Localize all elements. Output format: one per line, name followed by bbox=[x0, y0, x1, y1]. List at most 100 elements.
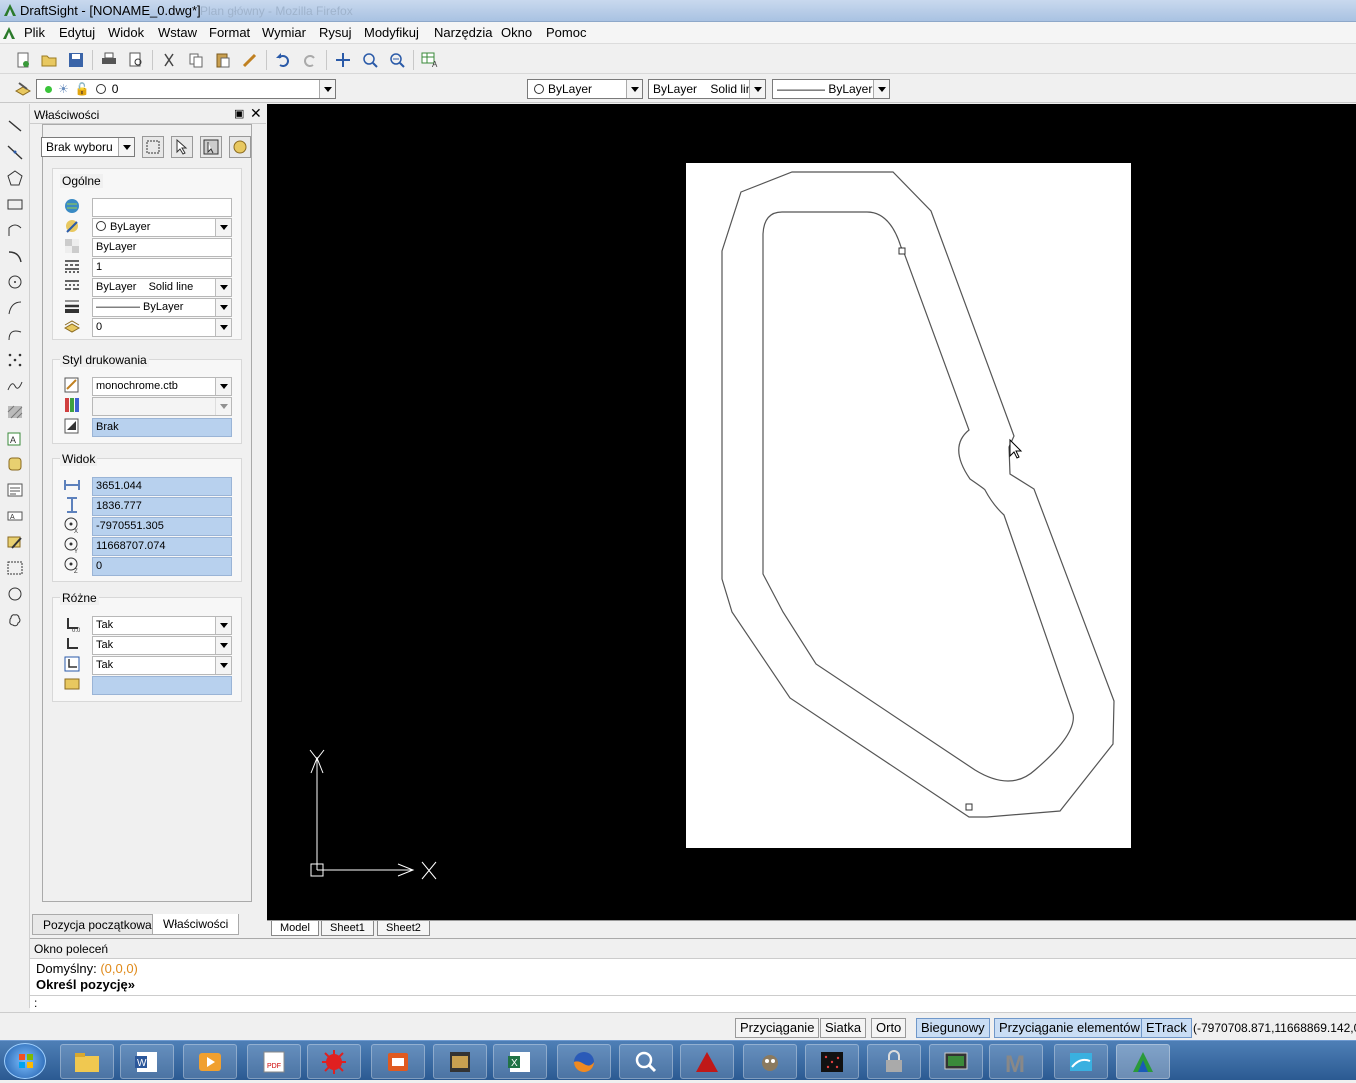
center-x-field[interactable]: -7970551.305 bbox=[92, 517, 232, 536]
copy-icon[interactable] bbox=[185, 49, 207, 71]
taskbar-splat-app[interactable] bbox=[307, 1044, 361, 1079]
linestyle-combo[interactable]: ByLayer Solid line bbox=[648, 79, 766, 99]
select-objects-button[interactable] bbox=[171, 136, 193, 158]
layer-manager-icon[interactable] bbox=[12, 78, 34, 100]
center-z-field[interactable]: 0 bbox=[92, 557, 232, 576]
menu-file[interactable]: Plik bbox=[24, 25, 45, 40]
lineweight-combo[interactable]: ———— ByLayer bbox=[772, 79, 890, 99]
tab-home[interactable]: Pozycja początkowa bbox=[32, 914, 163, 935]
spline-tool-icon[interactable] bbox=[5, 298, 25, 318]
print-table-field[interactable]: monochrome.ctb bbox=[92, 377, 232, 396]
tab-model[interactable]: Model bbox=[271, 921, 319, 936]
layer-combo[interactable]: ☀ 🔓 0 bbox=[36, 79, 336, 99]
command-input[interactable]: : bbox=[30, 995, 1356, 1013]
cloud-tool-icon[interactable] bbox=[5, 610, 25, 630]
curve-tool-icon[interactable] bbox=[5, 376, 25, 396]
taskbar-dark-app[interactable] bbox=[805, 1044, 859, 1079]
view-width-field[interactable]: 3651.044 bbox=[92, 477, 232, 496]
menu-edit[interactable]: Edytuj bbox=[59, 25, 95, 40]
rectangle-tool-icon[interactable] bbox=[5, 194, 25, 214]
simple-note-tool-icon[interactable]: A bbox=[5, 506, 25, 526]
polyline-tool-icon[interactable] bbox=[5, 220, 25, 240]
float-panel-icon[interactable]: ▣ bbox=[234, 107, 244, 120]
color-prop-field[interactable]: ByLayer bbox=[92, 218, 232, 237]
grip-point[interactable] bbox=[965, 803, 973, 811]
center-y-field[interactable]: 11668707.074 bbox=[92, 537, 232, 556]
match-properties-icon[interactable] bbox=[239, 49, 261, 71]
menu-modify[interactable]: Modyfikuj bbox=[364, 25, 419, 40]
etrack-toggle[interactable]: ETrack bbox=[1141, 1018, 1192, 1038]
ucs-origin-field[interactable]: Tak bbox=[92, 616, 232, 635]
region-tool-icon[interactable] bbox=[5, 454, 25, 474]
redo-icon[interactable] bbox=[299, 49, 321, 71]
entity-snap-toggle[interactable]: Przyciąganie elementów bbox=[994, 1018, 1145, 1038]
taskbar-red-app[interactable] bbox=[371, 1044, 425, 1079]
print-icon[interactable] bbox=[98, 49, 120, 71]
cut-icon[interactable] bbox=[158, 49, 180, 71]
block-tool-icon[interactable]: A bbox=[5, 428, 25, 448]
taskbar-firefox[interactable] bbox=[557, 1044, 611, 1079]
pan-icon[interactable] bbox=[332, 49, 354, 71]
zoom-icon[interactable] bbox=[359, 49, 381, 71]
ellipse-tool-icon[interactable] bbox=[5, 324, 25, 344]
polygon-tool-icon[interactable] bbox=[5, 168, 25, 188]
menu-draw[interactable]: Rysuj bbox=[319, 25, 352, 40]
tab-sheet1[interactable]: Sheet1 bbox=[321, 921, 374, 936]
circle-tool-icon[interactable] bbox=[5, 272, 25, 292]
taskbar-gimp[interactable] bbox=[743, 1044, 797, 1079]
arc-tool-icon[interactable] bbox=[5, 246, 25, 266]
drawing-canvas[interactable]: X Y bbox=[267, 104, 1356, 920]
print-preview-icon[interactable] bbox=[125, 49, 147, 71]
taskbar-word[interactable]: W bbox=[120, 1044, 174, 1079]
tab-sheet2[interactable]: Sheet2 bbox=[377, 921, 430, 936]
layer-field[interactable]: 0 bbox=[92, 318, 232, 337]
hatch-tool-icon[interactable] bbox=[5, 402, 25, 422]
start-button[interactable] bbox=[4, 1043, 46, 1079]
menu-insert[interactable]: Wstaw bbox=[158, 25, 197, 40]
line-tool-icon[interactable] bbox=[5, 116, 25, 136]
ucs-name-field[interactable] bbox=[92, 676, 232, 695]
close-icon[interactable]: ✕ bbox=[250, 105, 262, 122]
paste-icon[interactable] bbox=[212, 49, 234, 71]
save-icon[interactable] bbox=[65, 49, 87, 71]
tab-properties[interactable]: Właściwości bbox=[152, 914, 240, 935]
lineweight-field[interactable]: ———— ByLayer bbox=[92, 298, 232, 317]
menu-format[interactable]: Format bbox=[209, 25, 250, 40]
ucs-viewport-field[interactable]: Tak bbox=[92, 656, 232, 675]
snap-toggle[interactable]: Przyciąganie bbox=[735, 1018, 820, 1038]
open-file-icon[interactable] bbox=[38, 49, 60, 71]
taskbar-map-app[interactable] bbox=[1054, 1044, 1108, 1079]
polar-toggle[interactable]: Biegunowy bbox=[916, 1018, 990, 1038]
color-combo[interactable]: ByLayer bbox=[527, 79, 643, 99]
ucs-icon-field[interactable]: Tak bbox=[92, 636, 232, 655]
table-icon[interactable]: A bbox=[419, 49, 441, 71]
linescale-field[interactable]: 1 bbox=[92, 258, 232, 277]
transparency-field[interactable]: ByLayer bbox=[92, 238, 232, 257]
taskbar-terminal-app[interactable] bbox=[929, 1044, 983, 1079]
taskbar-media[interactable] bbox=[183, 1044, 237, 1079]
zoom-previous-icon[interactable] bbox=[386, 49, 408, 71]
selection-combo[interactable]: Brak wyboru bbox=[41, 137, 135, 157]
point-tool-icon[interactable] bbox=[5, 350, 25, 370]
taskbar-pdf[interactable]: PDF bbox=[247, 1044, 301, 1079]
view-height-field[interactable]: 1836.777 bbox=[92, 497, 232, 516]
taskbar-search[interactable] bbox=[619, 1044, 673, 1079]
quick-select-button[interactable] bbox=[142, 136, 164, 158]
undo-icon[interactable] bbox=[272, 49, 294, 71]
taskbar-explorer[interactable] bbox=[60, 1044, 114, 1079]
menu-help[interactable]: Pomoc bbox=[546, 25, 586, 40]
boundary-tool-icon[interactable] bbox=[5, 558, 25, 578]
taskbar-security-app[interactable] bbox=[867, 1044, 921, 1079]
taskbar-film-app[interactable] bbox=[433, 1044, 487, 1079]
edit-tool-icon[interactable] bbox=[5, 532, 25, 552]
grip-point[interactable] bbox=[898, 247, 906, 255]
menu-window[interactable]: Okno bbox=[501, 25, 532, 40]
infinite-line-tool-icon[interactable] bbox=[5, 142, 25, 162]
apply-button[interactable] bbox=[229, 136, 251, 158]
new-file-icon[interactable] bbox=[12, 49, 34, 71]
menu-tools[interactable]: Narzędzia bbox=[434, 25, 493, 40]
ortho-toggle[interactable]: Orto bbox=[871, 1018, 907, 1038]
menu-dimension[interactable]: Wymiar bbox=[262, 25, 306, 40]
print-value-field[interactable]: Brak bbox=[92, 418, 232, 437]
taskbar-autocad[interactable] bbox=[680, 1044, 734, 1079]
